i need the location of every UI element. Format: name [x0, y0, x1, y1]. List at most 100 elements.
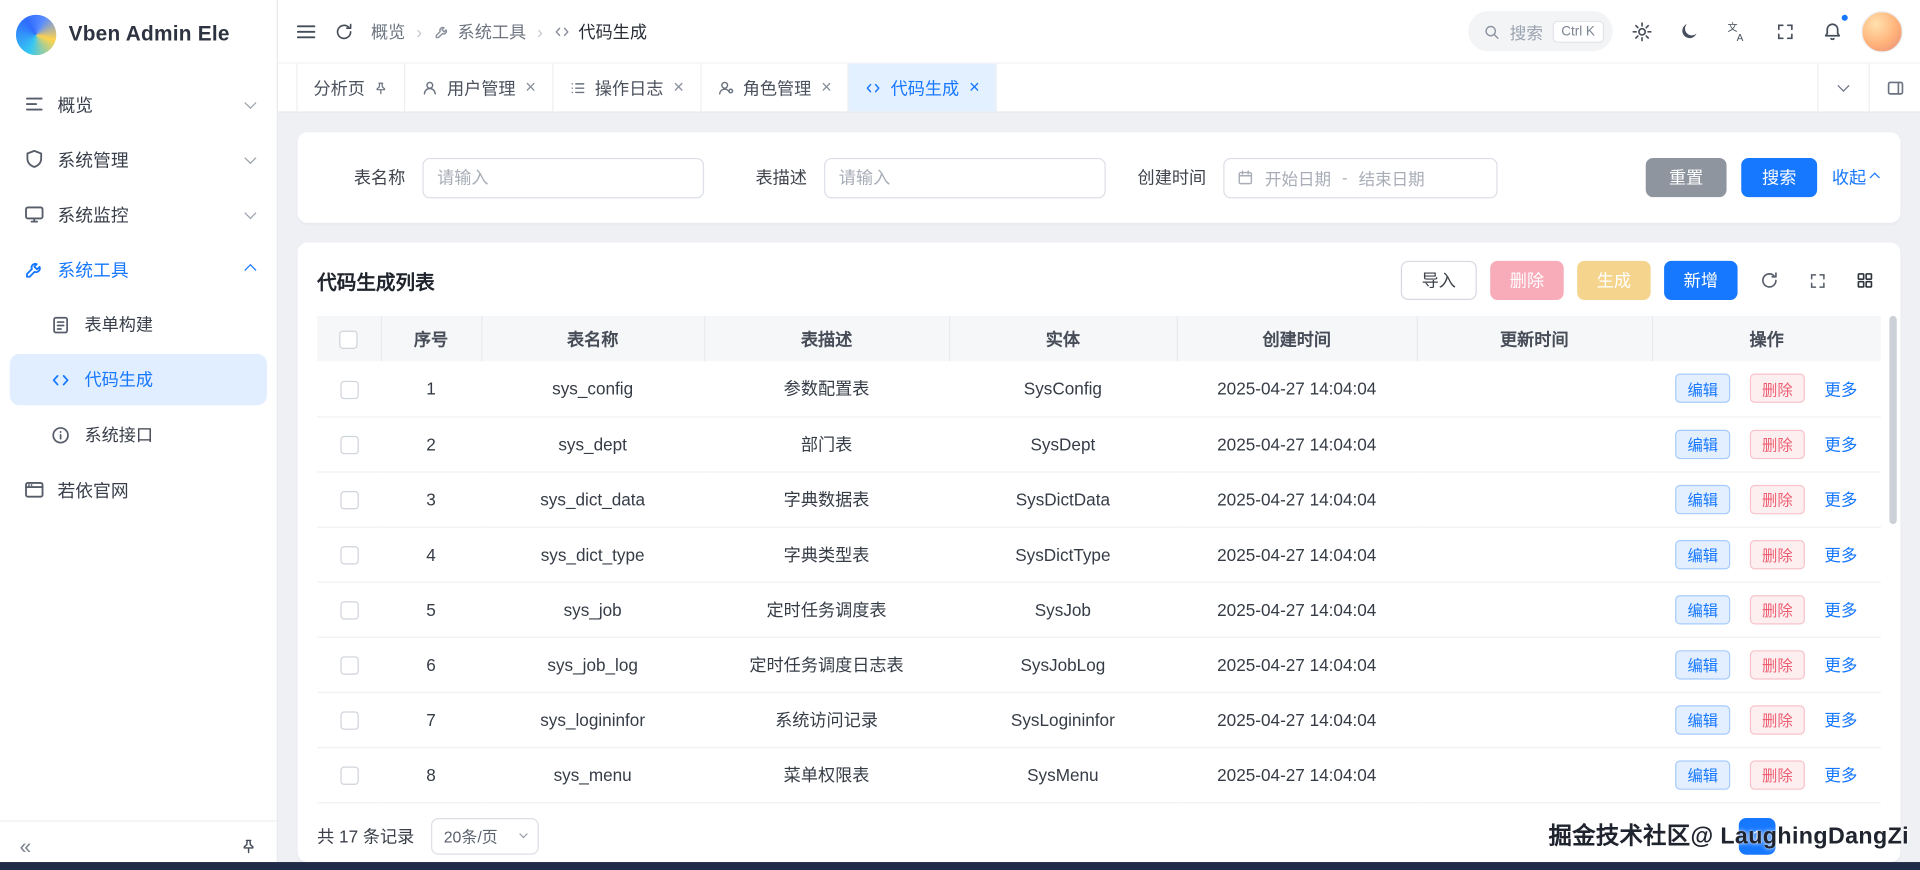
delete-button[interactable]: 删除: [1749, 484, 1805, 514]
delete-button[interactable]: 删除: [1749, 704, 1805, 735]
more-link[interactable]: 更多: [1824, 436, 1857, 454]
search-shortcut-badge: Ctrl K: [1552, 20, 1604, 43]
reset-button[interactable]: 重置: [1645, 157, 1727, 198]
row-checkbox[interactable]: [339, 656, 359, 675]
sidebar-item-overview[interactable]: 概览: [10, 78, 267, 129]
avatar[interactable]: [1861, 10, 1903, 53]
more-link[interactable]: 更多: [1824, 381, 1857, 399]
close-icon[interactable]: ×: [673, 78, 684, 96]
refresh-icon[interactable]: [334, 21, 354, 41]
tab-list-dropdown-button[interactable]: [1817, 63, 1868, 112]
tab-label: 代码生成: [890, 77, 960, 98]
edit-button[interactable]: 编辑: [1675, 594, 1731, 624]
delete-button[interactable]: 删除: [1749, 594, 1805, 624]
sidebar-item-code-generation[interactable]: 代码生成: [9, 353, 267, 406]
chevron-down-icon: [244, 206, 257, 219]
delete-button[interactable]: 删除: [1749, 539, 1805, 569]
table-row[interactable]: 2 sys_dept 部门表 SysDept 2025-04-27 14:04:…: [317, 416, 1881, 473]
breadcrumb-item-system-tools[interactable]: 系统工具: [433, 19, 526, 43]
sidebar-item-system-tools[interactable]: 系统工具: [10, 244, 267, 295]
delete-button[interactable]: 删除: [1749, 429, 1805, 459]
language-switch-button[interactable]: 文A: [1718, 12, 1756, 50]
table-row[interactable]: 3 sys_dict_data 字典数据表 SysDictData 2025-0…: [317, 471, 1881, 528]
edit-button[interactable]: 编辑: [1675, 649, 1731, 679]
close-icon[interactable]: ×: [969, 78, 980, 96]
table-fullscreen-button[interactable]: [1801, 264, 1833, 296]
generate-button[interactable]: 生成: [1577, 260, 1651, 301]
table-row[interactable]: 5 sys_job 定时任务调度表 SysJob 2025-04-27 14:0…: [317, 581, 1881, 638]
tab-user-management[interactable]: 用户管理 ×: [405, 63, 554, 112]
tab-role-management[interactable]: 角色管理 ×: [701, 63, 849, 112]
delete-button[interactable]: 删除: [1749, 759, 1805, 790]
watermark-text: 掘金技术社区@ LaughingDangZi: [1548, 824, 1909, 850]
sidebar-item-form-builder[interactable]: 表单构建: [10, 299, 267, 350]
table-refresh-button[interactable]: [1753, 264, 1785, 296]
close-icon[interactable]: ×: [525, 78, 536, 96]
sidebar-item-ruoyi-website[interactable]: 若依官网: [10, 464, 267, 515]
tab-operation-log[interactable]: 操作日志 ×: [553, 63, 702, 112]
close-icon[interactable]: ×: [821, 78, 832, 96]
content-maximize-button[interactable]: [1868, 63, 1920, 112]
sidebar-item-system-monitor[interactable]: 系统监控: [10, 189, 267, 240]
sidebar-item-system-api[interactable]: 系统接口: [10, 409, 267, 460]
table-row[interactable]: 1 sys_config 参数配置表 SysConfig 2025-04-27 …: [317, 361, 1881, 417]
table-row[interactable]: 6 sys_job_log 定时任务调度日志表 SysJobLog 2025-0…: [317, 636, 1881, 693]
search-button[interactable]: 搜索: [1741, 157, 1818, 198]
edit-button[interactable]: 编辑: [1675, 539, 1731, 569]
notifications-button[interactable]: [1813, 12, 1851, 50]
edit-button[interactable]: 编辑: [1675, 484, 1731, 514]
add-button[interactable]: 新增: [1664, 260, 1738, 301]
edit-button[interactable]: 编辑: [1675, 429, 1731, 459]
cell-entity: SysJob: [948, 581, 1177, 638]
select-all-checkbox[interactable]: [339, 330, 358, 349]
more-link[interactable]: 更多: [1824, 601, 1857, 619]
sidebar-item-system-management[interactable]: 系统管理: [10, 133, 267, 184]
table-desc-input[interactable]: [824, 157, 1106, 198]
more-link[interactable]: 更多: [1824, 711, 1857, 729]
edit-button[interactable]: 编辑: [1675, 759, 1731, 790]
cell-index: 8: [380, 746, 482, 803]
collapse-sidebar-icon[interactable]: «: [20, 836, 32, 857]
bulk-delete-button[interactable]: 删除: [1490, 260, 1564, 301]
row-checkbox[interactable]: [339, 490, 359, 510]
hamburger-icon[interactable]: [295, 20, 317, 42]
row-checkbox[interactable]: [339, 601, 359, 620]
pin-icon[interactable]: [373, 80, 388, 95]
cell-actions: 编辑 删除 更多: [1651, 636, 1881, 693]
row-checkbox[interactable]: [339, 711, 359, 730]
row-checkbox[interactable]: [339, 380, 359, 399]
tab-analysis[interactable]: 分析页: [296, 63, 406, 112]
table-scrollbar[interactable]: [1889, 315, 1897, 525]
tab-label: 操作日志: [594, 77, 664, 98]
row-checkbox[interactable]: [339, 766, 359, 785]
table-row[interactable]: 7 sys_logininfor 系统访问记录 SysLogininfor 20…: [317, 691, 1881, 748]
settings-button[interactable]: [1622, 12, 1660, 50]
more-link[interactable]: 更多: [1824, 656, 1857, 674]
table-name-input[interactable]: [422, 157, 705, 198]
global-search-input[interactable]: 搜索 Ctrl K: [1468, 11, 1613, 52]
import-button[interactable]: 导入: [1400, 260, 1477, 301]
more-link[interactable]: 更多: [1824, 767, 1857, 785]
row-checkbox[interactable]: [339, 545, 359, 565]
table-row[interactable]: 8 sys_menu 菜单权限表 SysMenu 2025-04-27 14:0…: [317, 746, 1881, 803]
breadcrumb-item-overview[interactable]: 概览: [371, 19, 405, 43]
delete-button[interactable]: 删除: [1749, 373, 1805, 404]
page-size-select[interactable]: 20条/页: [431, 817, 540, 855]
more-link[interactable]: 更多: [1824, 546, 1857, 564]
fullscreen-button[interactable]: [1766, 12, 1804, 50]
edit-button[interactable]: 编辑: [1675, 373, 1731, 404]
table-row[interactable]: 4 sys_dict_type 字典类型表 SysDictType 2025-0…: [317, 526, 1881, 583]
delete-button[interactable]: 删除: [1749, 649, 1805, 679]
collapse-filter-link[interactable]: 收起: [1832, 165, 1880, 189]
tab-code-generation[interactable]: 代码生成 ×: [848, 63, 997, 112]
date-range-picker[interactable]: 开始日期 - 结束日期: [1223, 157, 1498, 198]
dark-mode-toggle[interactable]: [1670, 12, 1708, 50]
pin-icon[interactable]: [240, 838, 257, 855]
edit-button[interactable]: 编辑: [1675, 704, 1731, 735]
app-title: Vben Admin Ele: [68, 22, 230, 46]
more-link[interactable]: 更多: [1824, 491, 1857, 509]
logo[interactable]: Vben Admin Ele: [0, 0, 277, 69]
breadcrumb-item-code-generation[interactable]: 代码生成: [554, 19, 647, 43]
column-settings-button[interactable]: [1849, 264, 1881, 296]
row-checkbox[interactable]: [339, 435, 359, 455]
